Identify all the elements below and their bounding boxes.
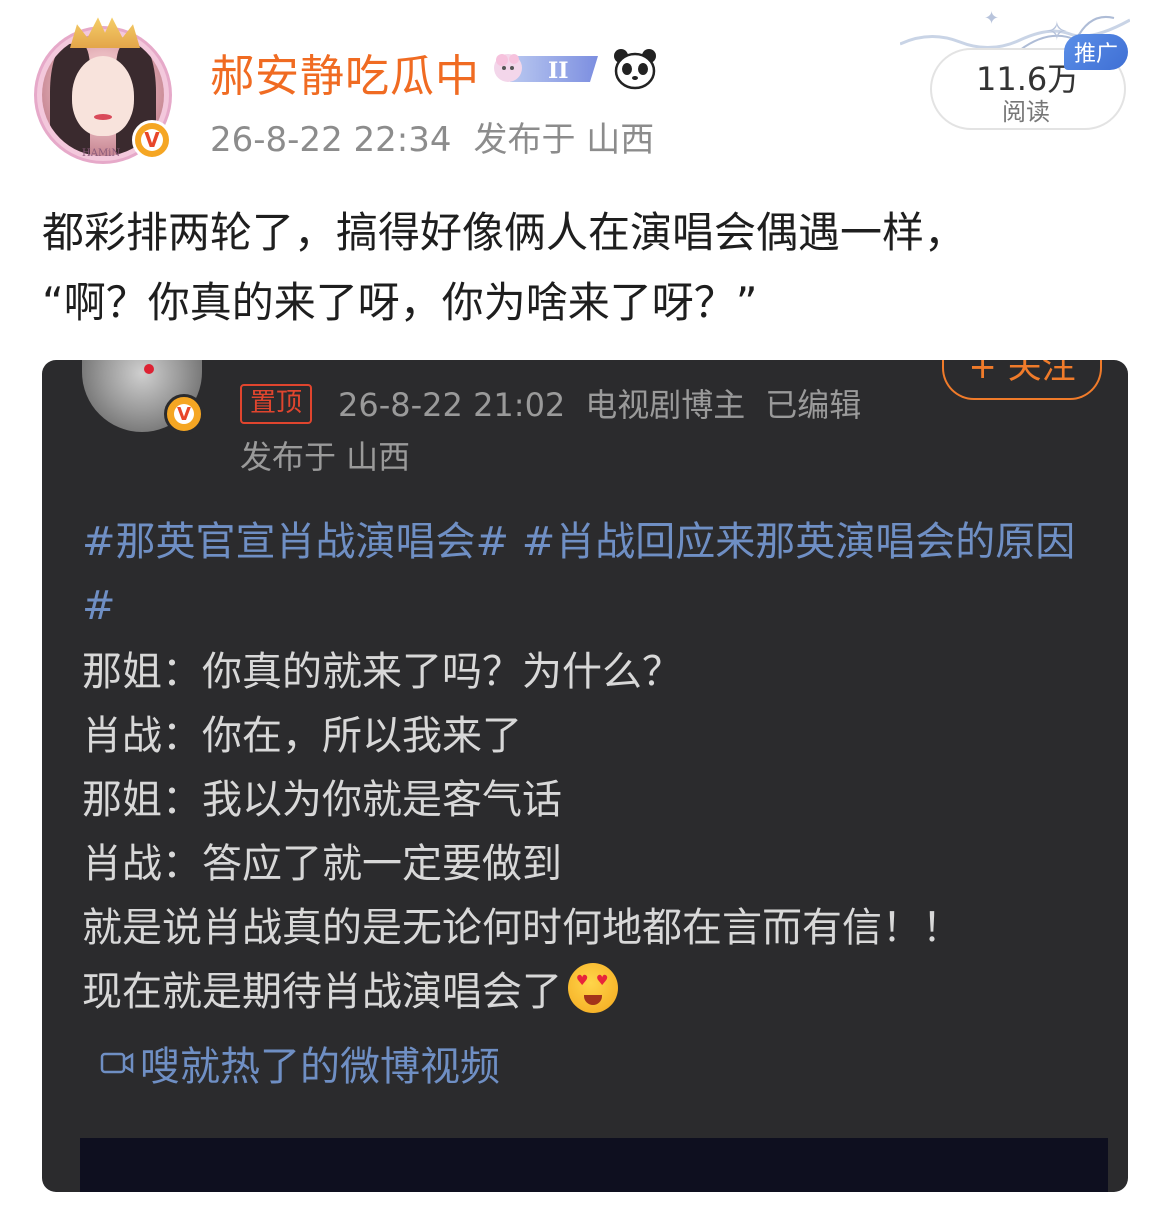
- post-body: 都彩排两轮了，搞得好像俩人在演唱会偶遇一样， “啊？你真的来了呀，你为啥来了呀？…: [42, 198, 1132, 338]
- post-meta: 26-8-22 22:34 发布于 山西: [210, 112, 654, 161]
- embedded-edited: 已编辑: [765, 386, 862, 424]
- body-line-with-emoji: 现在就是期待肖战演唱会了 ♥ ♥: [82, 960, 962, 1024]
- pinned-tag: 置顶: [240, 384, 313, 424]
- dialogue-line: 那姐：我以为你就是客气话: [82, 777, 562, 823]
- author-name[interactable]: 郝安静吃瓜中: [210, 40, 480, 104]
- author-avatar[interactable]: HAMiN V: [40, 14, 172, 160]
- post-location: 发布于 山西: [473, 120, 655, 160]
- gemini-badge-icon[interactable]: II: [490, 48, 602, 88]
- follow-button[interactable]: + 关注: [942, 360, 1102, 400]
- embedded-role: 电视剧博主: [585, 386, 746, 424]
- verified-v-icon: V: [164, 394, 204, 434]
- dialogue-line: 肖战：你在，所以我来了: [82, 713, 522, 759]
- embedded-body: 那姐：你真的就来了吗？为什么？ 肖战：你在，所以我来了 那姐：我以为你就是客气话…: [82, 640, 962, 1024]
- video-link[interactable]: 嗖就热了的微博视频: [100, 1034, 500, 1092]
- post-line: “啊？你真的来了呀，你为啥来了呀？”: [42, 278, 758, 327]
- embedded-screenshot[interactable]: V + 关注 置顶 26-8-22 21:02 电视剧博主 已编辑 发布于 山西 #…: [42, 360, 1128, 1192]
- post-line: 都彩排两轮了，搞得好像俩人在演唱会偶遇一样，: [42, 208, 967, 257]
- body-line: 就是说肖战真的是无论何时何地都在言而有信！！: [82, 905, 962, 951]
- body-line: 现在就是期待肖战演唱会了: [82, 969, 562, 1015]
- avatar-frame-tag: HAMiN: [82, 148, 121, 159]
- svg-text:II: II: [548, 58, 569, 84]
- video-camera-icon: [100, 1052, 134, 1074]
- read-label: 阅读: [1002, 98, 1050, 126]
- post-time: 26-8-22 22:34: [210, 120, 452, 160]
- video-link-label: 嗖就热了的微博视频: [140, 1044, 500, 1090]
- video-preview[interactable]: [80, 1138, 1108, 1192]
- dialogue-line: 那姐：你真的就来了吗？为什么？: [82, 649, 682, 695]
- hashtag-links[interactable]: #那英官宣肖战演唱会# #肖战回应来那英演唱会的原因#: [82, 510, 1092, 638]
- crown-frame-icon: [70, 17, 140, 48]
- svg-text:✧: ✧: [1046, 17, 1068, 47]
- promo-badge[interactable]: 推广: [1064, 34, 1128, 70]
- heart-eyes-emoji-icon: ♥ ♥: [568, 963, 618, 1013]
- verified-v-icon: V: [132, 120, 172, 160]
- svg-text:✦: ✦: [984, 8, 999, 29]
- embedded-location: 发布于 山西: [240, 438, 411, 476]
- panda-icon: [614, 49, 656, 90]
- dialogue-line: 肖战：答应了就一定要做到: [82, 841, 562, 887]
- embedded-time: 26-8-22 21:02: [338, 386, 566, 424]
- embedded-meta: 26-8-22 21:02 电视剧博主 已编辑: [338, 380, 861, 426]
